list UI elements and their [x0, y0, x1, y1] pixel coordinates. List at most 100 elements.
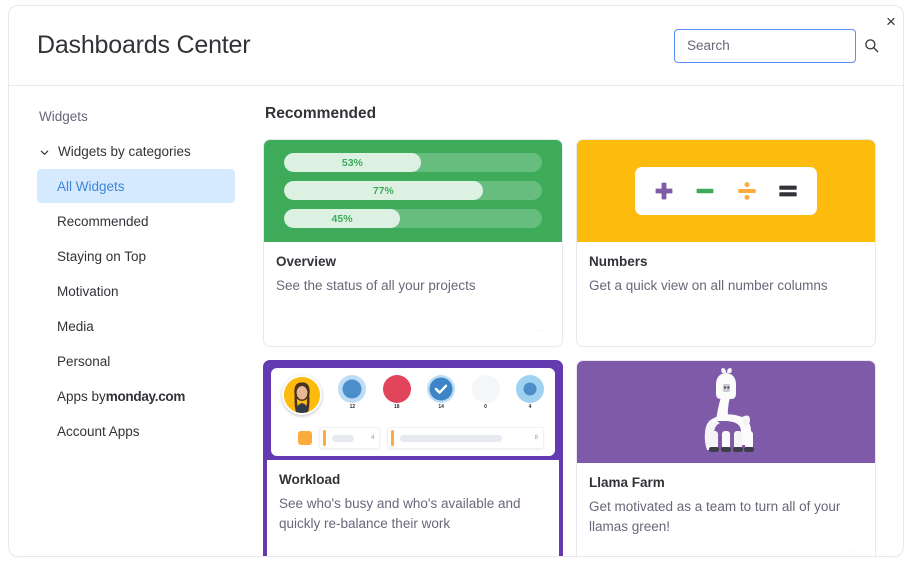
workload-color-swatch [298, 431, 312, 445]
overview-preview: 53% 77% 45% [264, 140, 562, 242]
widget-card-llama-farm[interactable]: Llama Farm Get motivated as a team to tu… [576, 360, 876, 556]
card-title: Overview [276, 254, 337, 269]
workload-bar-accent [391, 430, 395, 446]
sidebar-item-list: All Widgets Recommended Staying on Top M… [37, 169, 235, 448]
progress-bar-fill: 77% [284, 181, 483, 200]
card-description: Get motivated as a team to turn all of y… [589, 499, 841, 534]
sidebar-item-label: Motivation [57, 283, 119, 299]
workload-bar-card: 4 [319, 427, 381, 449]
workload-person: 12 [338, 375, 367, 410]
card-description: See who's busy and who's available and q… [279, 496, 521, 531]
sidebar-heading: Widgets [39, 109, 88, 124]
widget-gallery: Recommended 53% 77% 45% Overview See the… [253, 87, 903, 556]
workload-bar-count: 8 [534, 435, 538, 441]
sidebar-item-label: Account Apps [57, 423, 140, 439]
workload-people-row: 12 18 14 0 4 [280, 375, 546, 415]
sidebar-item-apps-by-monday[interactable]: Apps by monday.com [37, 379, 235, 413]
card-title: Llama Farm [589, 475, 665, 490]
workload-person: 4 [515, 375, 544, 410]
chevron-down-icon [39, 146, 50, 157]
card-title: Numbers [589, 254, 648, 269]
workload-status-circle [382, 375, 411, 403]
llama-preview [577, 361, 875, 463]
sidebar-item-media[interactable]: Media [37, 309, 235, 343]
sidebar-item-label: Apps by [57, 388, 106, 404]
sidebar-group-widgets-by-categories[interactable]: Widgets by categories [37, 140, 235, 163]
sidebar-item-personal[interactable]: Personal [37, 344, 235, 378]
divide-icon [736, 180, 758, 202]
workload-bar-card: 8 [387, 427, 544, 449]
sidebar-item-label: Media [57, 318, 94, 334]
workload-count: 18 [394, 404, 400, 410]
sidebar-item-motivation[interactable]: Motivation [37, 274, 235, 308]
workload-count: 0 [484, 404, 487, 410]
progress-bar-fill: 53% [284, 153, 421, 172]
search-box[interactable] [674, 28, 879, 63]
sidebar-item-label: Personal [57, 353, 111, 369]
search-icon [864, 38, 879, 53]
card-overflow-dots[interactable]: ·· [532, 540, 543, 555]
workload-bar-pill [332, 434, 354, 442]
modal-header: Dashboards Center [9, 6, 903, 86]
minus-icon [694, 180, 716, 202]
sidebar-item-label: Recommended [57, 213, 149, 229]
progress-bar-label: 45% [331, 212, 353, 225]
workload-bar-count: 4 [371, 435, 375, 441]
sidebar-item-label: All Widgets [57, 178, 125, 194]
equals-icon [777, 180, 799, 202]
dashboards-center-modal: Dashboards Center Widgets [8, 5, 904, 557]
operators-panel [635, 167, 817, 215]
workload-person: 0 [471, 375, 500, 410]
workload-person: 14 [427, 375, 456, 410]
card-description: Get a quick view on all number columns [589, 278, 828, 293]
avatar [282, 375, 322, 415]
workload-inner-panel: 12 18 14 0 4 4 8 [271, 368, 555, 456]
workload-status-circle [338, 375, 367, 403]
progress-bar-fill: 45% [284, 209, 401, 228]
plus-icon [653, 180, 675, 202]
progress-bar-label: 53% [341, 156, 363, 169]
progress-bar-row: 53% [284, 153, 542, 172]
widget-card-overview[interactable]: 53% 77% 45% Overview See the status of a… [263, 139, 563, 347]
monday-brand-label: monday.com [105, 388, 186, 404]
workload-count: 14 [438, 404, 444, 410]
card-overflow-dots[interactable]: ·· [848, 322, 859, 337]
workload-bars-row: 4 8 [280, 427, 546, 449]
widget-card-numbers[interactable]: Numbers Get a quick view on all number c… [576, 139, 876, 347]
progress-bar-label: 77% [372, 184, 394, 197]
progress-bar-row: 77% [284, 181, 542, 200]
card-title: Workload [279, 472, 341, 487]
section-title: Recommended [265, 105, 377, 122]
sidebar-item-recommended[interactable]: Recommended [37, 204, 235, 238]
numbers-preview [577, 140, 875, 242]
widget-card-workload[interactable]: 12 18 14 0 4 4 8 Workload See who's busy… [263, 360, 563, 556]
workload-count: 12 [349, 404, 356, 410]
card-overflow-dots[interactable]: ·· [848, 543, 859, 556]
search-input[interactable] [687, 38, 864, 53]
card-text: Overview See the status of all your proj… [264, 242, 562, 296]
card-overflow-dots[interactable]: ·· [535, 322, 546, 337]
sidebar-item-all-widgets[interactable]: All Widgets [37, 169, 235, 203]
page-title: Dashboards Center [37, 31, 251, 59]
progress-bar-row: 45% [284, 209, 542, 228]
workload-bar-pill [400, 434, 503, 442]
sidebar-group-label: Widgets by categories [58, 144, 191, 159]
search-container[interactable] [674, 28, 879, 63]
workload-bar-accent [323, 430, 326, 446]
sidebar-item-account-apps[interactable]: Account Apps [37, 414, 235, 448]
dashboards-center-screen: Dashboards Center Widgets [0, 0, 912, 562]
llama-icon [692, 367, 760, 458]
close-icon[interactable]: × [879, 9, 903, 33]
workload-preview: 12 18 14 0 4 4 8 [267, 364, 559, 460]
modal-body: Widgets Widgets by categories All Widget… [9, 87, 903, 556]
workload-status-circle-checked [427, 375, 456, 403]
sidebar-item-staying-on-top[interactable]: Staying on Top [37, 239, 235, 273]
workload-count: 4 [528, 404, 532, 410]
card-text: Llama Farm Get motivated as a team to tu… [577, 463, 875, 536]
workload-status-circle-empty [471, 375, 500, 403]
workload-person [282, 375, 322, 415]
card-text: Numbers Get a quick view on all number c… [577, 242, 875, 296]
card-text: Workload See who's busy and who's availa… [267, 460, 559, 533]
sidebar-item-label: Staying on Top [57, 248, 147, 264]
sidebar: Widgets Widgets by categories All Widget… [9, 87, 253, 556]
